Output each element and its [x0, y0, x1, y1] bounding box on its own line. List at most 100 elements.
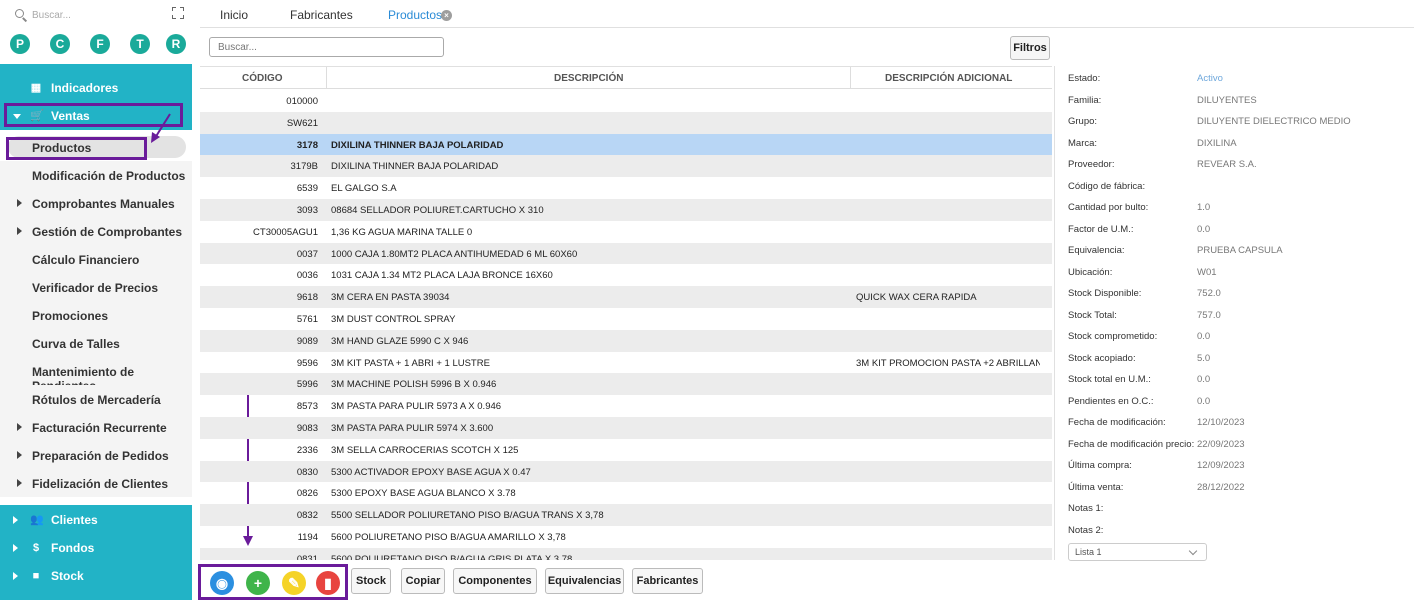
sidebar-item-preparacion-pedidos[interactable]: Preparación de Pedidos [0, 441, 192, 469]
sidebar-item-modificacion-productos[interactable]: Modificación de Productos [0, 161, 192, 189]
add-icon[interactable]: + [246, 571, 270, 595]
table-cell-code: 0036 [296, 270, 318, 282]
sidebar-search-input[interactable] [32, 7, 152, 23]
detail-row: Ubicación: W01 [1055, 261, 1414, 283]
table-cell-code: 6539 [296, 183, 318, 195]
sidebar-item-verificador-precios[interactable]: Verificador de Precios [0, 273, 192, 301]
detail-row: Stock comprometido: 0.0 [1055, 325, 1414, 347]
sidebar-item-calculo-financiero[interactable]: Cálculo Financiero [0, 245, 192, 273]
quick-link-c[interactable]: C [50, 34, 70, 54]
detail-value: DILUYENTES [1197, 94, 1257, 106]
expand-icon[interactable] [172, 7, 184, 19]
annotation-box-ventas [4, 103, 183, 127]
table-cell-code: 0826 [296, 488, 318, 500]
table-row[interactable]: 5996 3M MACHINE POLISH 5996 B X 0.946 [200, 373, 1052, 396]
table-row[interactable]: 9089 3M HAND GLAZE 5990 C X 946 [200, 329, 1052, 352]
table-row[interactable]: 0037 1000 CAJA 1.80MT2 PLACA ANTIHUMEDAD … [200, 242, 1052, 265]
detail-row: Última compra: 12/09/2023 [1055, 454, 1414, 476]
detail-label: Marca: [1068, 137, 1098, 149]
table-cell-code: 010000 [286, 96, 318, 107]
tab-fabricantes[interactable]: Fabricantes [290, 8, 353, 22]
table-row[interactable]: 0826 5300 EPOXY BASE AGUA BLANCO X 3.78 [200, 482, 1052, 504]
sidebar-item-stock[interactable]: ■ Stock [0, 562, 192, 590]
quick-link-f[interactable]: F [90, 34, 110, 54]
sidebar-item-curva-talles[interactable]: Curva de Talles [0, 329, 192, 357]
stock-button[interactable]: Stock [351, 568, 391, 594]
detail-row: Marca: DIXILINA [1055, 132, 1414, 154]
detail-label: Última compra: [1068, 460, 1132, 471]
sidebar-item-indicadores[interactable]: ▦ Indicadores [0, 74, 192, 102]
search-input[interactable] [209, 37, 444, 57]
delete-icon[interactable]: ▮ [316, 571, 340, 595]
detail-value: 757.0 [1197, 309, 1221, 321]
quick-link-p[interactable]: P [10, 34, 30, 54]
column-header-descripcion[interactable]: DESCRIPCIÓN [554, 73, 623, 84]
sidebar-item-fondos[interactable]: $ Fondos [0, 534, 192, 562]
dashboard-icon: ▦ [30, 82, 42, 94]
detail-label: Notas 2: [1068, 524, 1104, 536]
table-row[interactable]: 010000 [200, 90, 1052, 112]
tab-productos[interactable]: Productos [388, 8, 442, 22]
table-row[interactable]: 0832 5500 SELLADOR POLIURETANO PISO B/AGU… [200, 504, 1052, 526]
sidebar-item-mantenimiento-pendientes[interactable]: Mantenimiento de Pendientes [0, 357, 192, 393]
sidebar-item-fidelizacion-clientes[interactable]: Fidelización de Clientes [0, 469, 192, 497]
table-row[interactable]: 9596 3M KIT PASTA + 1 ABRI + 1 LUSTRE 3M K… [200, 352, 1052, 374]
table-row[interactable]: 3179B DIXILINA THINNER BAJA POLARIDAD [200, 155, 1052, 178]
sidebar-item-promociones[interactable]: Promociones [0, 301, 192, 329]
table-row[interactable]: 5761 3M DUST CONTROL SPRAY [200, 308, 1052, 330]
detail-value: DILUYENTE DIELECTRICO MEDIO [1197, 116, 1351, 127]
table-row[interactable]: SW621 [200, 111, 1052, 134]
sidebar-item-rotulos-mercaderia[interactable]: Rótulos de Mercadería [0, 385, 192, 413]
quick-link-r[interactable]: R [166, 34, 186, 54]
chevron-down-icon [1188, 546, 1198, 556]
sidebar: P C F T R ▦ Indicadores 🛒 Ventas Product… [0, 0, 192, 600]
manufacturers-button[interactable]: Fabricantes [632, 568, 703, 594]
components-button[interactable]: Componentes [453, 568, 537, 594]
sidebar-item-clientes[interactable]: 👥 Clientes [0, 506, 192, 534]
sidebar-item-comprobantes-manuales[interactable]: Comprobantes Manuales [0, 189, 192, 217]
sidebar-item-gestion-comprobantes[interactable]: Gestión de Comprobantes [0, 217, 192, 245]
copy-button[interactable]: Copiar [401, 568, 445, 594]
table-cell-desc: 08684 SELLADOR POLIURET.CARTUCHO X 310 [331, 205, 544, 216]
sidebar-item-facturacion-recurrente[interactable]: Facturación Recurrente [0, 413, 192, 441]
table-row[interactable]: CT30005AGU1 1,36 KG AGUA MARINA TALLE 0 [200, 221, 1052, 243]
detail-label: Notas 1: [1068, 503, 1104, 514]
annotation-box-productos [6, 137, 147, 160]
table-row[interactable]: 6539 EL GALGO S.A [200, 177, 1052, 199]
table-row[interactable]: 3178 DIXILINA THINNER BAJA POLARIDAD [200, 133, 1052, 156]
detail-label: Última venta: [1068, 481, 1124, 493]
close-icon[interactable]: × [441, 10, 452, 21]
tab-inicio[interactable]: Inicio [220, 8, 248, 22]
table-row[interactable]: 2336 3M SELLA CARROCERIAS SCOTCH X 125 [200, 439, 1052, 461]
table-cell-code: CT30005AGU1 [253, 226, 318, 238]
filters-button[interactable]: Filtros [1010, 36, 1050, 60]
table-row[interactable]: 0036 1031 CAJA 1.34 MT2 PLACA LAJA BRONCE… [200, 264, 1052, 286]
detail-value: 1.0 [1197, 202, 1211, 213]
quick-link-t[interactable]: T [130, 34, 150, 54]
equivalences-button[interactable]: Equivalencias [545, 568, 624, 594]
table-cell-code: 0830 [296, 466, 318, 478]
detail-value: REVEAR S.A. [1197, 159, 1257, 170]
detail-row: Última venta: 28/12/2022 [1055, 476, 1414, 498]
product-detail-panel: Estado: Activo Familia: DILUYENTES Grupo: DIL… [1054, 66, 1414, 561]
column-header-codigo[interactable]: CÓDIGO [242, 73, 283, 84]
table-row[interactable]: 9618 3M CERA EN PASTA 39034 QUICK WAX CERA… [200, 286, 1052, 308]
tab-bar: Inicio Fabricantes Productos × [200, 0, 1414, 28]
table-cell-desc: 3M SELLA CARROCERIAS SCOTCH X 125 [331, 444, 519, 456]
detail-value: 12/09/2023 [1197, 460, 1245, 471]
detail-label: Factor de U.M.: [1068, 223, 1134, 235]
price-list-select[interactable]: Lista 1 [1068, 543, 1207, 561]
table-cell-desc: 1000 CAJA 1.80MT2 PLACA ANTIHUMEDAD 6 ML… [331, 248, 578, 260]
table-row[interactable]: 8573 3M PASTA PARA PULIR 5973 A X 0.946 [200, 395, 1052, 417]
detail-label: Stock Total: [1068, 309, 1117, 321]
edit-icon[interactable]: ✎ [282, 571, 306, 595]
table-row[interactable]: 0831 5600 POLIURETANO PISO B/AGUA GRIS PL… [200, 547, 1052, 560]
column-header-descripcion-adicional[interactable]: DESCRIPCIÓN ADICIONAL [885, 73, 1012, 84]
table-cell-adic: QUICK WAX CERA RAPIDA [856, 292, 977, 304]
table-row[interactable]: 1194 5600 POLIURETANO PISO B/AGUA AMARILL… [200, 526, 1052, 548]
table-row[interactable]: 9083 3M PASTA PARA PULIR 5974 X 3.600 [200, 417, 1052, 439]
view-icon[interactable]: ◉ [210, 571, 234, 595]
table-cell-desc: 3M MACHINE POLISH 5996 B X 0.946 [331, 379, 497, 391]
table-row[interactable]: 0830 5300 ACTIVADOR EPOXY BASE AGUA X 0.4… [200, 460, 1052, 483]
table-row[interactable]: 3093 08684 SELLADOR POLIURET.CARTUCHO X 3… [200, 199, 1052, 221]
